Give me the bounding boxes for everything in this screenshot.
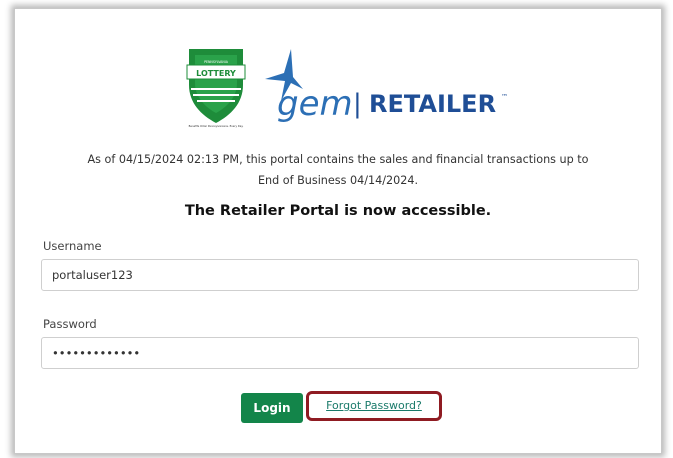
gem-retailer-logo: gem | RETAILER ™ bbox=[265, 49, 508, 123]
password-label: Password bbox=[43, 317, 97, 331]
svg-text:Benefits Older Pennsylvanians.: Benefits Older Pennsylvanians. Every Day… bbox=[189, 124, 244, 128]
notice-line-1: As of 04/15/2024 02:13 PM, this portal c… bbox=[87, 153, 589, 166]
password-input[interactable] bbox=[41, 337, 639, 369]
portal-status-heading: The Retailer Portal is now accessible. bbox=[184, 203, 492, 219]
username-label: Username bbox=[43, 239, 102, 253]
login-button[interactable]: Login bbox=[241, 393, 303, 423]
logo-row: PENNSYLVANIA LOTTERY Benefits Older Penn… bbox=[15, 43, 661, 133]
pa-lottery-logo: PENNSYLVANIA LOTTERY Benefits Older Penn… bbox=[186, 49, 246, 128]
svg-text:™: ™ bbox=[501, 93, 508, 101]
svg-text:PENNSYLVANIA: PENNSYLVANIA bbox=[204, 60, 229, 64]
login-card: PENNSYLVANIA LOTTERY Benefits Older Penn… bbox=[14, 8, 662, 454]
svg-text:|: | bbox=[353, 89, 362, 119]
portal-notice: As of 04/15/2024 02:13 PM, this portal c… bbox=[35, 149, 641, 191]
svg-text:RETAILER: RETAILER bbox=[369, 90, 496, 118]
notice-line-2: End of Business 04/14/2024. bbox=[257, 174, 419, 187]
svg-text:LOTTERY: LOTTERY bbox=[196, 69, 236, 78]
forgot-password-link[interactable]: Forgot Password? bbox=[309, 394, 439, 418]
username-input[interactable] bbox=[41, 259, 639, 291]
svg-text:gem: gem bbox=[277, 84, 353, 123]
